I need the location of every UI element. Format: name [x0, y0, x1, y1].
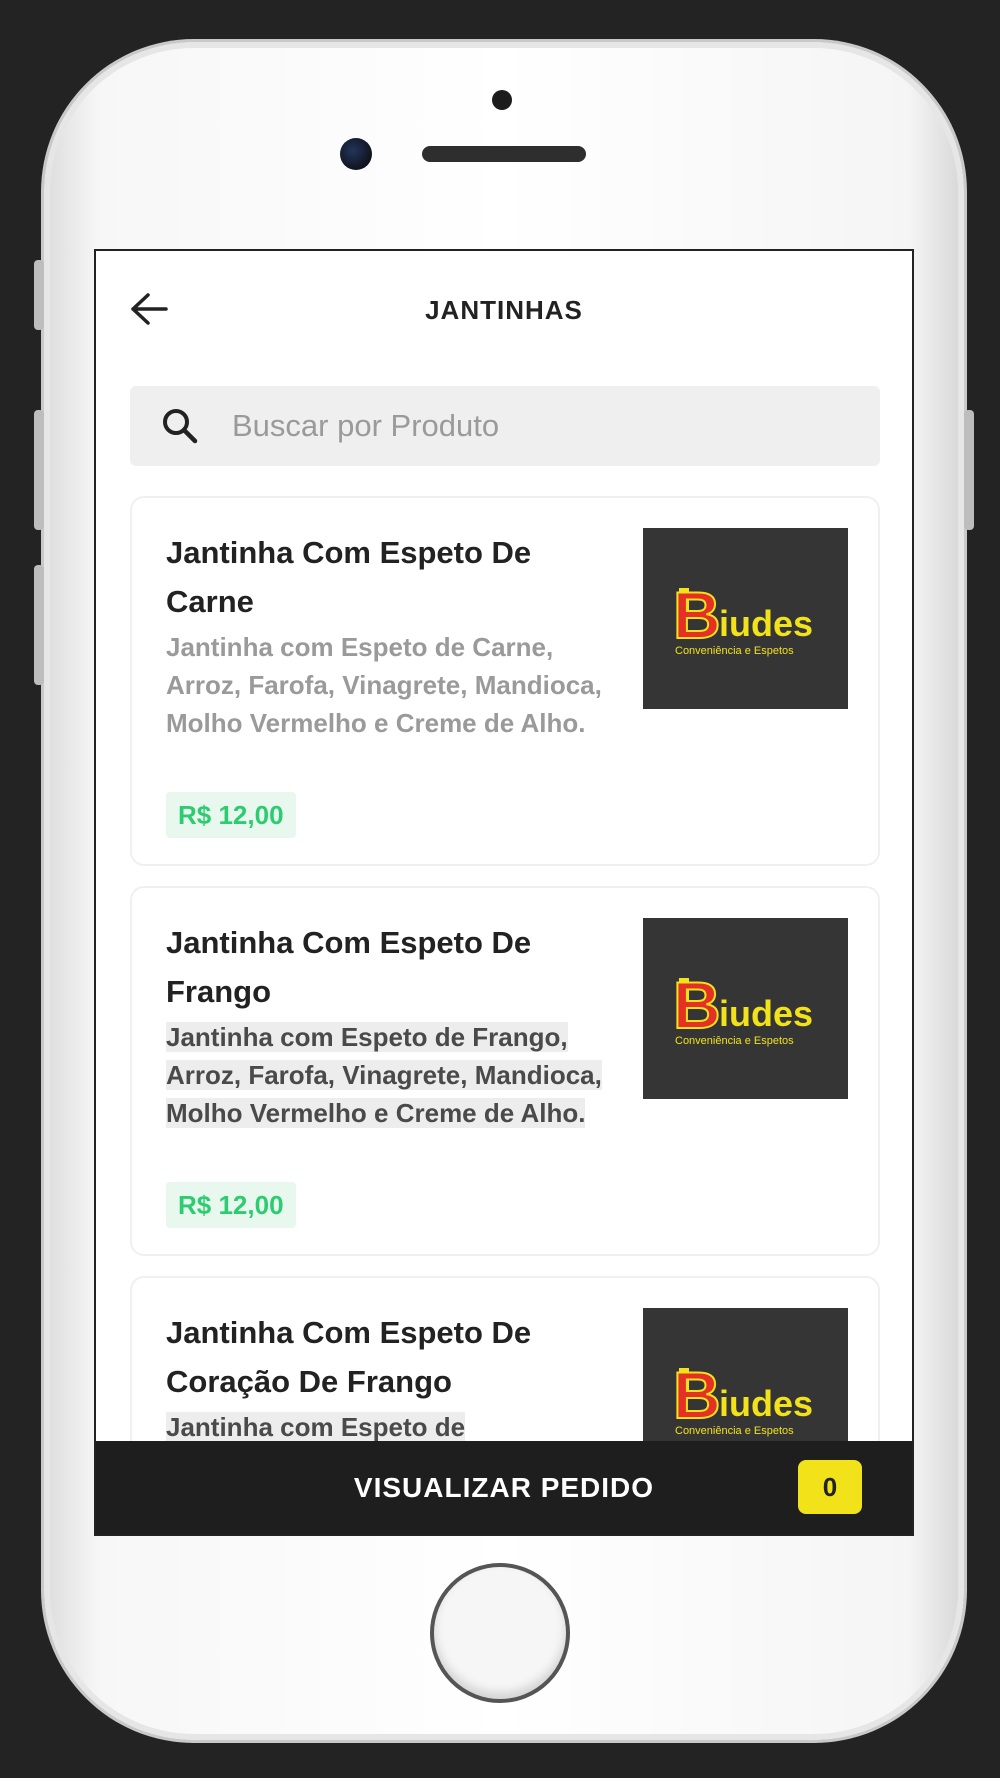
- svg-text:iudes: iudes: [719, 993, 813, 1034]
- volume-up-button: [34, 410, 44, 530]
- svg-text:B: B: [673, 578, 721, 652]
- product-description: Jantinha com Espeto de Carne, Arroz, Far…: [166, 632, 602, 738]
- proximity-sensor: [492, 90, 512, 110]
- svg-text:B: B: [673, 1358, 721, 1432]
- volume-down-button: [34, 565, 44, 685]
- front-camera: [340, 138, 372, 170]
- cart-count-badge: 0: [798, 1460, 862, 1514]
- product-card[interactable]: Jantinha Com Espeto De Frango Jantinha c…: [130, 886, 880, 1256]
- svg-text:Conveniência e Espetos: Conveniência e Espetos: [675, 1425, 794, 1437]
- search-input[interactable]: [230, 407, 794, 445]
- search-bar[interactable]: [130, 386, 880, 466]
- app-screen: JANTINHAS Jantinha Com Espeto De Carne J…: [94, 249, 914, 1536]
- product-name: Jantinha Com Espeto De Frango: [166, 925, 532, 1009]
- product-name: Jantinha Com Espeto De Carne: [166, 535, 532, 619]
- product-price: R$ 12,00: [166, 1182, 296, 1228]
- power-button: [964, 410, 974, 530]
- product-list: Jantinha Com Espeto De Carne Jantinha co…: [130, 496, 880, 1534]
- product-card[interactable]: Jantinha Com Espeto De Carne Jantinha co…: [130, 496, 880, 866]
- biudes-logo: B iudes Conveniência e Espetos: [643, 918, 848, 1099]
- product-description: Jantinha com Espeto de Frango, Arroz, Fa…: [166, 1022, 602, 1128]
- svg-text:iudes: iudes: [719, 603, 813, 644]
- svg-text:iudes: iudes: [719, 1383, 813, 1424]
- page-title: JANTINHAS: [425, 295, 583, 325]
- search-icon: [160, 406, 200, 446]
- app-header: JANTINHAS: [96, 251, 912, 366]
- home-button[interactable]: [430, 1563, 570, 1703]
- product-image: B iudes Conveniência e Espetos: [643, 528, 848, 709]
- svg-text:B: B: [673, 968, 721, 1042]
- product-image: B iudes Conveniência e Espetos: [643, 918, 848, 1099]
- svg-text:Conveniência e Espetos: Conveniência e Espetos: [675, 1035, 794, 1047]
- view-order-label: VISUALIZAR PEDIDO: [353, 1471, 655, 1503]
- product-name: Jantinha Com Espeto De Coração De Frango: [166, 1315, 532, 1399]
- earpiece-speaker: [422, 146, 586, 162]
- svg-text:Conveniência e Espetos: Conveniência e Espetos: [675, 645, 794, 657]
- mute-switch: [34, 260, 44, 330]
- view-order-button[interactable]: VISUALIZAR PEDIDO 0: [96, 1441, 912, 1534]
- product-price: R$ 12,00: [166, 792, 296, 838]
- biudes-logo: B iudes Conveniência e Espetos: [643, 528, 848, 709]
